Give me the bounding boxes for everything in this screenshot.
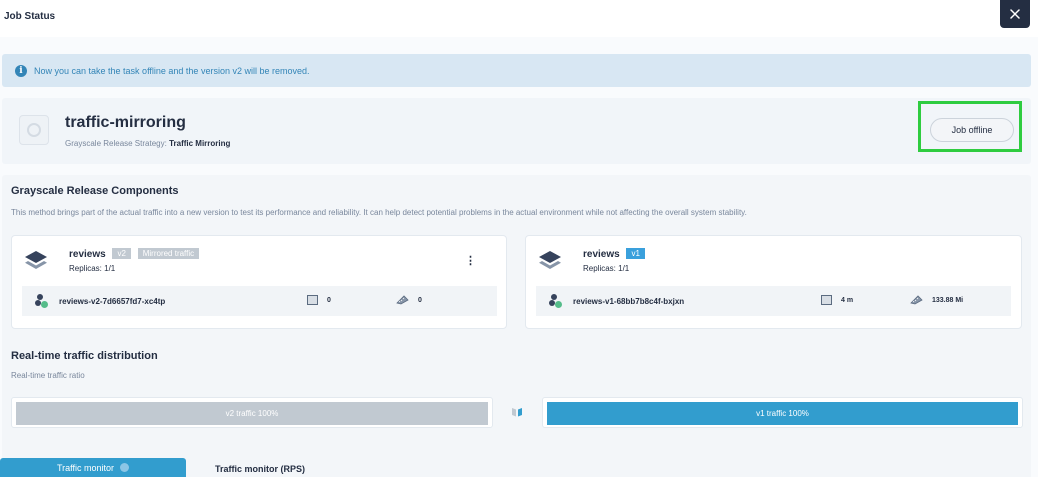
replicas-count: Replicas: 1/1 <box>69 264 116 273</box>
realtime-title: Real-time traffic distribution <box>11 350 158 362</box>
memory-value: 0 <box>418 296 422 304</box>
components-title: Grayscale Release Components <box>11 185 179 197</box>
close-icon <box>1010 9 1020 19</box>
component-card-v1: reviews v1 Replicas: 1/1 reviews-v1-68bb… <box>525 235 1022 329</box>
job-offline-button[interactable]: Job offline <box>930 118 1014 142</box>
job-name: traffic-mirroring <box>65 114 186 131</box>
cpu-value: 4 m <box>841 296 854 304</box>
memory-metric: 133.88 Mi <box>910 295 963 305</box>
grayscale-components: Grayscale Release Components This method… <box>2 175 1031 477</box>
v2-traffic-bar: v2 traffic 100% <box>16 402 488 425</box>
more-options-icon[interactable]: ⋮ <box>465 256 476 267</box>
cpu-metric: 4 m <box>821 295 853 305</box>
job-status-content: i Now you can take the task offline and … <box>0 37 1038 477</box>
close-button[interactable] <box>1000 0 1030 28</box>
traffic-monitor-tab[interactable]: Traffic monitor <box>0 458 186 477</box>
version-tag: v2 <box>112 248 131 259</box>
cpu-icon <box>307 295 318 305</box>
version-tag: v1 <box>626 248 645 259</box>
top-bar: Job Status <box>0 0 1038 37</box>
component-name: reviews v2 Mirrored traffic <box>69 248 200 260</box>
v1-traffic-box: v1 traffic 100% <box>542 397 1023 428</box>
job-strategy: Grayscale Release Strategy: Traffic Mirr… <box>65 139 230 148</box>
traffic-monitor-title: Traffic monitor (RPS) <box>215 464 306 474</box>
realtime-subtitle: Real-time traffic ratio <box>11 371 85 380</box>
v2-traffic-box: v2 traffic 100% <box>11 397 493 428</box>
component-name-text: reviews <box>583 249 620 260</box>
stack-icon <box>539 251 561 269</box>
pod-row: reviews-v1-68bb7b8c4f-bxjxn 4 m 133.88 M… <box>536 286 1011 316</box>
pod-icon <box>35 294 49 308</box>
traffic-monitor-panel: Traffic monitor (RPS) <box>203 458 1031 477</box>
replicas-count: Replicas: 1/1 <box>583 264 630 273</box>
component-name: reviews v1 <box>583 248 645 260</box>
mirrored-tag: Mirrored traffic <box>137 248 200 259</box>
traffic-split-icon <box>512 408 522 417</box>
memory-value: 133.88 Mi <box>932 296 964 304</box>
traffic-monitor-tab-label: Traffic monitor <box>56 462 114 473</box>
component-name-text: reviews <box>69 249 106 260</box>
v1-traffic-bar: v1 traffic 100% <box>547 402 1018 425</box>
info-notice: i Now you can take the task offline and … <box>2 54 1031 87</box>
cpu-value: 0 <box>327 296 331 304</box>
pod-icon <box>549 294 563 308</box>
window-title: Job Status <box>4 11 56 22</box>
notice-text: Now you can take the task offline and th… <box>34 65 310 76</box>
components-description: This method brings part of the actual tr… <box>11 208 747 217</box>
memory-icon <box>396 295 409 305</box>
job-icon <box>19 115 49 145</box>
pod-row: reviews-v2-7d6657fd7-xc4tp 0 0 <box>22 286 497 316</box>
memory-icon <box>910 295 923 305</box>
stack-icon <box>25 251 47 269</box>
component-card-v2: reviews v2 Mirrored traffic Replicas: 1/… <box>11 235 507 329</box>
cpu-metric: 0 <box>307 295 331 305</box>
strategy-label: Grayscale Release Strategy: <box>65 139 167 148</box>
pod-name[interactable]: reviews-v2-7d6657fd7-xc4tp <box>59 297 165 306</box>
memory-metric: 0 <box>396 295 422 305</box>
cpu-icon <box>821 295 832 305</box>
info-icon: i <box>15 64 27 77</box>
tab-indicator-icon <box>120 463 129 472</box>
job-header: traffic-mirroring Grayscale Release Stra… <box>2 98 1031 164</box>
strategy-value: Traffic Mirroring <box>169 139 231 148</box>
pod-name[interactable]: reviews-v1-68bb7b8c4f-bxjxn <box>573 297 684 306</box>
